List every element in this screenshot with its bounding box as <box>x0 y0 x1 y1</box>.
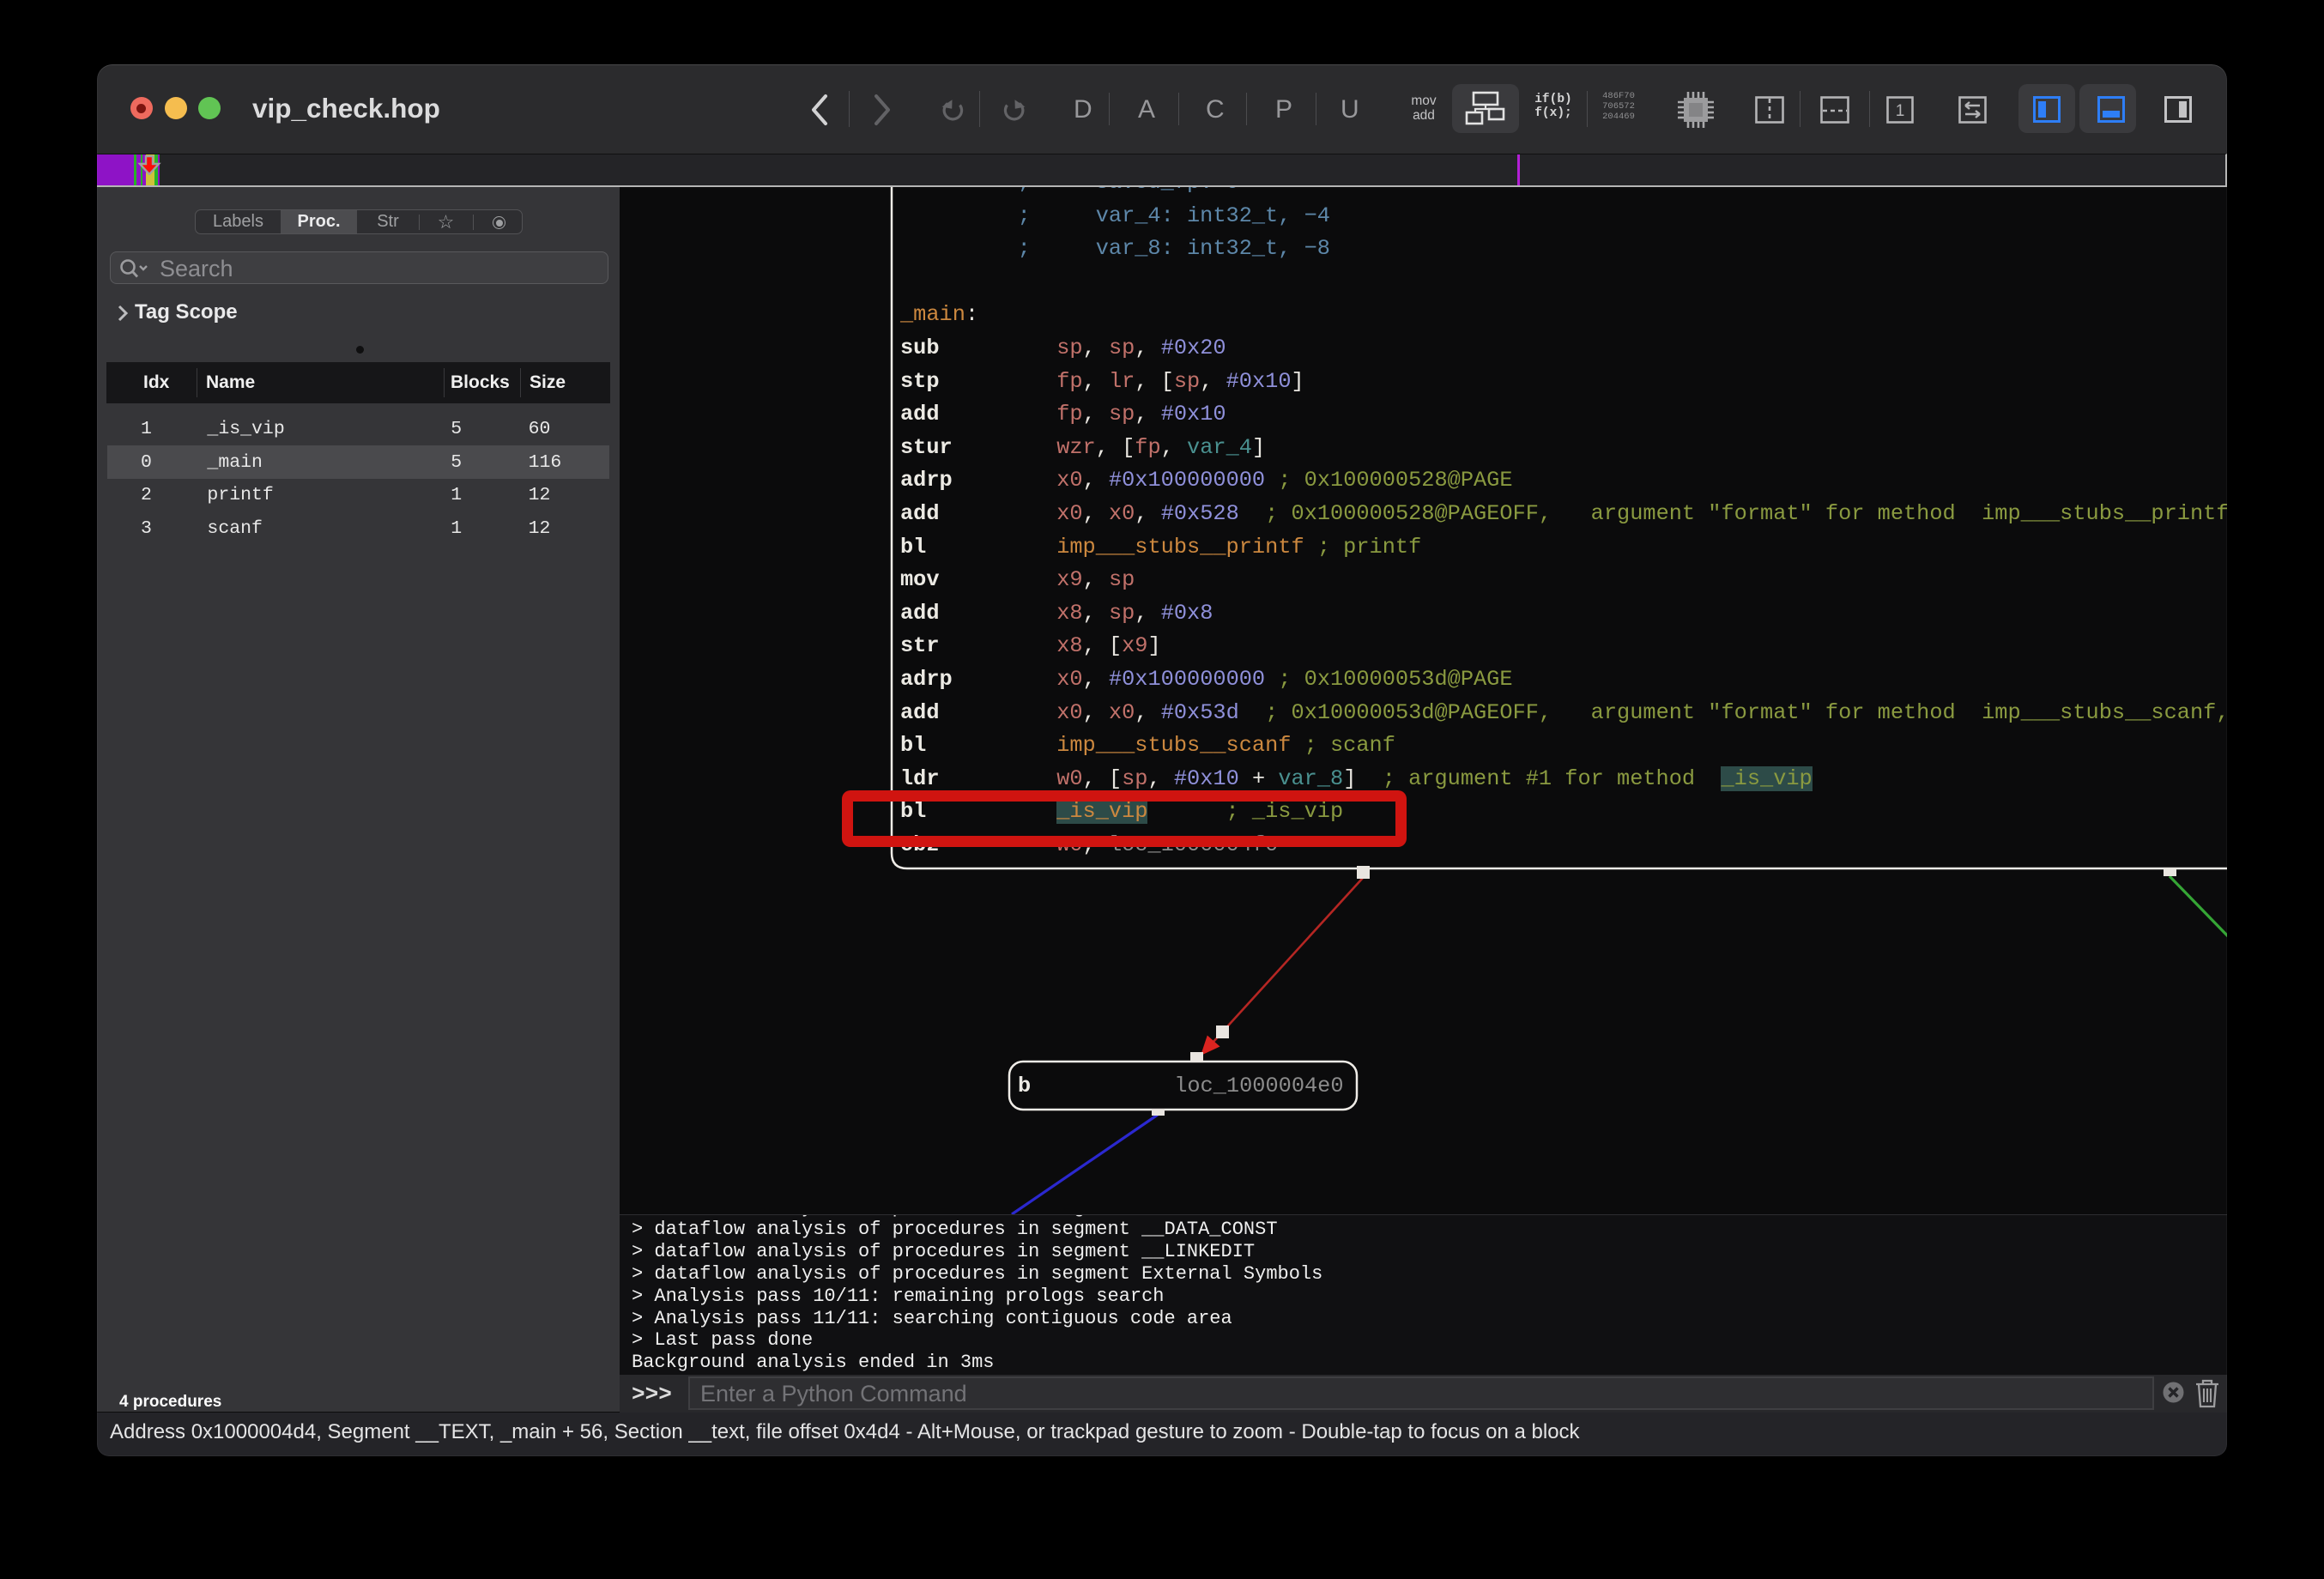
svg-text:1: 1 <box>1896 102 1905 120</box>
